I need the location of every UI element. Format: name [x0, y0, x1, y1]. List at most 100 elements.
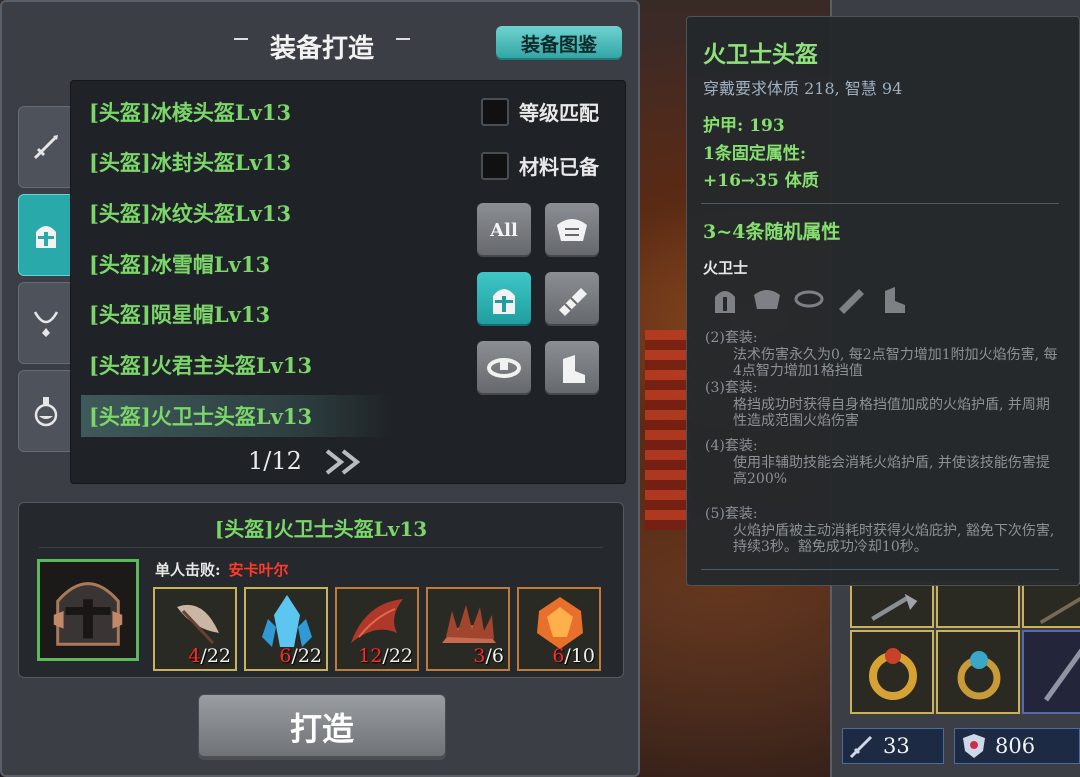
spiked-shell-icon: [442, 605, 496, 643]
blue-crystal-icon: [262, 595, 312, 647]
material-slot[interactable]: 12/22: [335, 587, 419, 671]
list-item-selected[interactable]: [头盔]火卫士头盔Lv13: [81, 395, 393, 437]
inventory-slot[interactable]: [850, 582, 934, 628]
level-match-label: 等级匹配: [519, 101, 599, 125]
drop-source: 单人击败: 安卡叶尔: [155, 559, 289, 580]
next-page-icon[interactable]: [323, 445, 369, 479]
material-slot[interactable]: 4/22: [153, 587, 237, 671]
staff-icon: [1043, 648, 1080, 702]
materials-ready-toggle[interactable]: 材料已备: [481, 151, 599, 180]
filter-belt-button[interactable]: [477, 341, 531, 395]
set-bonus-5-head: (5)套装:: [705, 506, 758, 522]
page-indicator: 1/12: [248, 447, 302, 475]
material-slot[interactable]: 6/10: [517, 587, 601, 671]
page-title: 装备打造: [269, 34, 374, 64]
result-item-slot[interactable]: [37, 559, 139, 661]
divider: [701, 569, 1059, 570]
equipment-codex-button[interactable]: 装备图鉴: [496, 26, 622, 60]
set-bonus-3-head: (3)套装:: [705, 380, 758, 396]
tooltip-random-attr: 3~4条随机属性: [703, 221, 841, 243]
set-bonus-3-desc: 格挡成功时获得自身格挡值加成的火焰护盾, 并周期性造成范围火焰伤害: [733, 397, 1050, 429]
filter-all-button[interactable]: All: [477, 203, 531, 257]
sword-icon: [849, 735, 873, 759]
red-scale-icon: [351, 599, 403, 643]
armor-icon: [885, 287, 905, 313]
filter-helmet-button[interactable]: [477, 272, 531, 326]
selected-recipe-name: [头盔]火卫士头盔Lv13: [214, 517, 428, 541]
belt-icon: [487, 358, 521, 378]
set-bonus-2-desc: 法术伤害永久为0, 每2点智力增加1附加火焰伤害, 每4点智力增加1格挡值: [733, 347, 1058, 379]
drop-label: 单人击败:: [155, 561, 221, 579]
bracer-icon: [559, 288, 587, 316]
material-slot[interactable]: 6/22: [244, 587, 328, 671]
material-count: 3/6: [473, 645, 504, 667]
helmet-icon: [715, 291, 735, 313]
gem-ring-icon: [957, 651, 1001, 700]
helmet-icon: [493, 289, 515, 314]
filter-boots-button[interactable]: [545, 341, 599, 395]
set-piece-icons: [709, 283, 909, 315]
tooltip-fixed-count: 1条固定属性:: [703, 144, 807, 164]
feather-icon: [177, 604, 219, 645]
tab-accessory[interactable]: [18, 282, 72, 364]
set-bonus-5-desc: 火焰护盾被主动消耗时获得火焰庇护, 豁免下次伤害, 持续3秒。豁免成功冷却10秒…: [733, 523, 1055, 555]
list-item[interactable]: [头盔]冰封头盔Lv13: [81, 141, 393, 183]
shoulder-armor-icon: [754, 290, 780, 309]
necklace-icon: [33, 311, 58, 337]
recipe-list: [头盔]冰棱头盔Lv13 [头盔]冰封头盔Lv13 [头盔]冰纹头盔Lv13 […: [70, 80, 626, 484]
materials-ready-checkbox[interactable]: [481, 151, 509, 180]
tab-armor[interactable]: [18, 194, 72, 276]
list-item[interactable]: [头盔]冰雪帽Lv13: [81, 243, 393, 285]
axe-icon: [871, 593, 918, 621]
level-match-toggle[interactable]: 等级匹配: [481, 97, 599, 126]
material-slot[interactable]: 3/6: [426, 587, 510, 671]
tooltip-fixed-stat: +16→35 体质: [703, 171, 819, 191]
defense-value: 806: [995, 734, 1036, 758]
inventory-slot[interactable]: [936, 582, 1020, 628]
divider: [39, 547, 603, 548]
tab-consumable[interactable]: [18, 370, 72, 452]
inventory-slot[interactable]: [1022, 582, 1080, 628]
tooltip-requirement: 穿戴要求体质 218, 智慧 94: [703, 79, 903, 98]
helmet-icon: [35, 226, 56, 248]
divider: [701, 203, 1059, 204]
materials-ready-label: 材料已备: [519, 155, 599, 179]
craft-button[interactable]: 打造: [198, 694, 446, 760]
set-bonus-2-head: (2)套装:: [705, 330, 758, 346]
material-count: 6/22: [279, 645, 322, 667]
tooltip-item-name: 火卫士头盔: [703, 41, 818, 68]
set-bonus-4-head: (4)套装:: [705, 438, 758, 454]
boss-name: 安卡叶尔: [228, 561, 289, 579]
list-item[interactable]: [头盔]冰棱头盔Lv13: [81, 91, 393, 133]
fire-gem-icon: [537, 597, 583, 649]
filter-gloves-button[interactable]: [545, 272, 599, 326]
sword-icon: [33, 135, 58, 160]
defense-stat: 806: [954, 728, 1080, 764]
spear-icon: [1039, 596, 1080, 625]
belt-icon: [794, 290, 824, 308]
list-item[interactable]: [头盔]陨星帽Lv13: [81, 293, 393, 335]
inventory-slot[interactable]: [850, 630, 934, 714]
potion-icon: [34, 397, 57, 427]
inventory-slot[interactable]: [936, 630, 1020, 714]
material-count: 4/22: [188, 645, 231, 667]
gold-ring-icon: [869, 648, 917, 700]
attack-stat: 33: [842, 728, 944, 764]
bracer-icon: [839, 289, 864, 314]
list-item[interactable]: [头盔]冰纹头盔Lv13: [81, 192, 393, 234]
crafting-panel: 装备打造 装备图鉴 [头盔]冰棱头盔Lv13 [头盔]冰封头盔Lv13 [头盔]…: [0, 0, 640, 777]
fire-guard-helmet-icon: [53, 582, 123, 646]
shoulder-armor-icon: [557, 219, 587, 241]
selected-recipe: [头盔]火卫士头盔Lv13 单人击败: 安卡叶尔 4/22 6/22 12/22: [18, 502, 624, 678]
armor-icon: [563, 355, 585, 383]
level-match-checkbox[interactable]: [481, 97, 509, 126]
inventory-slot[interactable]: [1022, 630, 1080, 714]
item-tooltip: 火卫士头盔 穿戴要求体质 218, 智慧 94 护甲: 193 1条固定属性: …: [686, 16, 1080, 586]
material-count: 6/10: [552, 645, 595, 667]
filter-shoulder-button[interactable]: [545, 203, 599, 257]
title-decoration: [396, 38, 410, 40]
attack-value: 33: [883, 734, 910, 758]
background-banner: [645, 330, 690, 530]
tab-weapon[interactable]: [18, 106, 72, 188]
list-item[interactable]: [头盔]火君主头盔Lv13: [81, 344, 393, 386]
